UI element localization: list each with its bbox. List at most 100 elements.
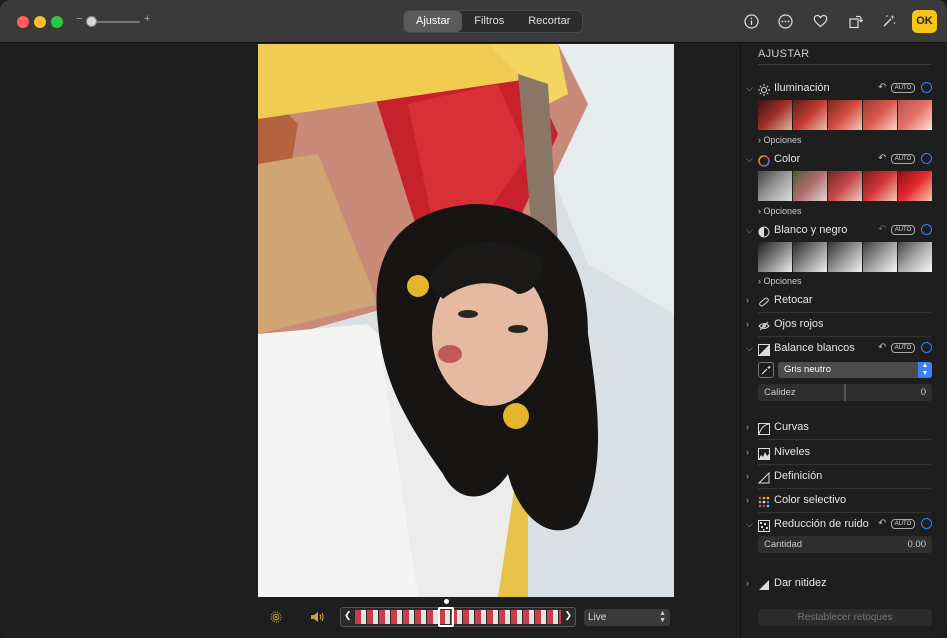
section-blanco-negro[interactable]: ⌵ Blanco y negro ↶ AUTO — [741, 222, 947, 242]
toggle-adjustment-button[interactable] — [921, 342, 932, 353]
toggle-adjustment-button[interactable] — [921, 224, 932, 235]
undo-icon[interactable]: ↶ — [878, 82, 886, 93]
section-label: Niveles — [774, 446, 811, 458]
auto-button[interactable]: AUTO — [891, 154, 915, 164]
undo-icon[interactable]: ↶ — [878, 224, 886, 235]
slider-value: 0.00 — [907, 539, 927, 550]
photos-edit-window: − + Ajustar Filtros Recortar OK ❮ ❯ Live… — [0, 0, 947, 638]
white-balance-mode-select[interactable]: Gris neutro ▲ ▼ — [778, 362, 932, 378]
section-ojos-rojos[interactable]: › Ojos rojos — [741, 316, 947, 336]
info-icon[interactable] — [741, 11, 761, 31]
calidez-slider[interactable]: Calidez 0 — [758, 384, 932, 401]
levels-icon — [758, 447, 770, 460]
live-effect-select[interactable]: Live ▲ ▼ — [584, 609, 670, 626]
section-reduccion-ruido[interactable]: ⌵ Reducción de ruido ↶ AUTO — [741, 516, 947, 536]
section-iluminacion[interactable]: ⌵ Iluminación ↶ AUTO — [741, 80, 947, 100]
slider-label: Calidez — [764, 387, 796, 398]
more-icon[interactable] — [775, 11, 795, 31]
chevron-right-icon[interactable]: › — [746, 471, 749, 481]
close-window-button[interactable] — [17, 16, 29, 28]
toggle-adjustment-button[interactable] — [921, 153, 932, 164]
fullscreen-window-button[interactable] — [51, 16, 63, 28]
options-toggle[interactable]: › Opciones — [758, 206, 802, 216]
strip-left-arrow[interactable]: ❮ — [344, 610, 352, 621]
iluminacion-thumbnails[interactable] — [758, 100, 932, 130]
color-thumbnails[interactable] — [758, 171, 932, 201]
chevron-down-icon[interactable]: ⌵ — [746, 83, 753, 94]
section-dar-nitidez[interactable]: › Dar nitidez — [741, 575, 947, 595]
undo-icon[interactable]: ↶ — [878, 518, 886, 529]
rotate-icon[interactable] — [845, 11, 865, 31]
color-dots-icon — [758, 495, 770, 508]
auto-button[interactable]: AUTO — [891, 225, 915, 235]
section-curvas[interactable]: › Curvas — [741, 419, 947, 439]
strip-right-arrow[interactable]: ❯ — [564, 610, 572, 621]
auto-enhance-icon[interactable] — [879, 11, 899, 31]
white-balance-icon — [758, 343, 770, 356]
toggle-adjustment-button[interactable] — [921, 82, 932, 93]
slider-label: Cantidad — [764, 539, 803, 550]
blanco-negro-thumbnails[interactable] — [758, 242, 932, 272]
chevron-right-icon[interactable]: › — [746, 422, 749, 432]
chevron-down-icon[interactable]: ⌵ — [746, 225, 753, 236]
options-toggle[interactable]: › Opciones — [758, 135, 802, 145]
color-wheel-icon — [758, 154, 770, 167]
chevron-right-icon[interactable]: › — [746, 447, 749, 457]
options-toggle[interactable]: › Opciones — [758, 276, 802, 286]
key-photo-indicator — [444, 599, 449, 604]
options-label: Opciones — [763, 276, 802, 286]
frame-selector[interactable] — [438, 607, 454, 627]
reset-adjustments-button[interactable]: Restablecer retoques — [758, 609, 932, 626]
tab-ajustar[interactable]: Ajustar — [404, 11, 463, 32]
auto-button[interactable]: AUTO — [891, 83, 915, 93]
chevron-right-icon[interactable]: › — [746, 495, 749, 505]
definition-triangle-icon — [757, 471, 770, 484]
cantidad-slider[interactable]: Cantidad 0.00 — [758, 536, 932, 553]
photo-canvas: ❮ ❯ Live ▲ ▼ — [0, 44, 740, 638]
ok-button[interactable]: OK — [912, 10, 937, 33]
chevron-down-icon[interactable]: ⌵ — [746, 343, 753, 354]
section-retocar[interactable]: › Retocar — [741, 292, 947, 312]
sharpen-triangle-icon — [758, 578, 770, 590]
slider-center-mark — [844, 384, 846, 401]
undo-icon[interactable]: ↶ — [878, 153, 886, 164]
section-niveles[interactable]: › Niveles — [741, 444, 947, 464]
tab-recortar[interactable]: Recortar — [516, 11, 582, 32]
chevron-right-icon[interactable]: › — [746, 295, 749, 305]
auto-button[interactable]: AUTO — [891, 519, 915, 529]
live-frame-strip[interactable]: ❮ ❯ — [340, 599, 576, 627]
section-label: Dar nitidez — [774, 577, 827, 589]
section-label: Color — [774, 153, 801, 165]
tab-filtros[interactable]: Filtros — [462, 11, 516, 32]
zoom-in-label: + — [144, 13, 151, 25]
sun-icon — [758, 83, 770, 96]
edit-mode-tabs: Ajustar Filtros Recortar — [403, 10, 584, 33]
section-balance-blancos[interactable]: ⌵ Balance blancos ↶ AUTO — [741, 340, 947, 360]
chevron-down-icon[interactable]: ⌵ — [746, 154, 753, 165]
minimize-window-button[interactable] — [34, 16, 46, 28]
bandage-icon — [758, 295, 770, 307]
chevron-down-icon[interactable]: ⌵ — [746, 519, 753, 530]
auto-button[interactable]: AUTO — [891, 343, 915, 353]
section-color[interactable]: ⌵ Color ↶ AUTO — [741, 151, 947, 171]
zoom-knob[interactable] — [86, 16, 97, 27]
zoom-slider[interactable]: − + — [76, 13, 152, 29]
divider — [758, 336, 931, 337]
section-definicion[interactable]: › Definición — [741, 468, 947, 488]
section-label: Blanco y negro — [774, 224, 848, 236]
favorite-heart-icon[interactable] — [810, 11, 830, 31]
toggle-adjustment-button[interactable] — [921, 518, 932, 529]
section-label: Ojos rojos — [774, 318, 824, 330]
undo-icon[interactable]: ↶ — [878, 342, 886, 353]
chevron-right-icon[interactable]: › — [746, 578, 749, 588]
chevron-right-icon[interactable]: › — [746, 319, 749, 329]
live-photo-icon[interactable] — [269, 610, 283, 624]
divider — [758, 512, 931, 513]
speaker-icon[interactable] — [309, 610, 325, 624]
live-effect-value: Live — [588, 612, 607, 623]
section-label: Balance blancos — [774, 342, 855, 354]
live-photo-filmstrip-bar: ❮ ❯ Live ▲ ▼ — [0, 597, 740, 638]
photo-preview[interactable] — [258, 44, 674, 597]
eyedropper-icon[interactable] — [758, 362, 774, 378]
section-color-selectivo[interactable]: › Color selectivo — [741, 492, 947, 512]
